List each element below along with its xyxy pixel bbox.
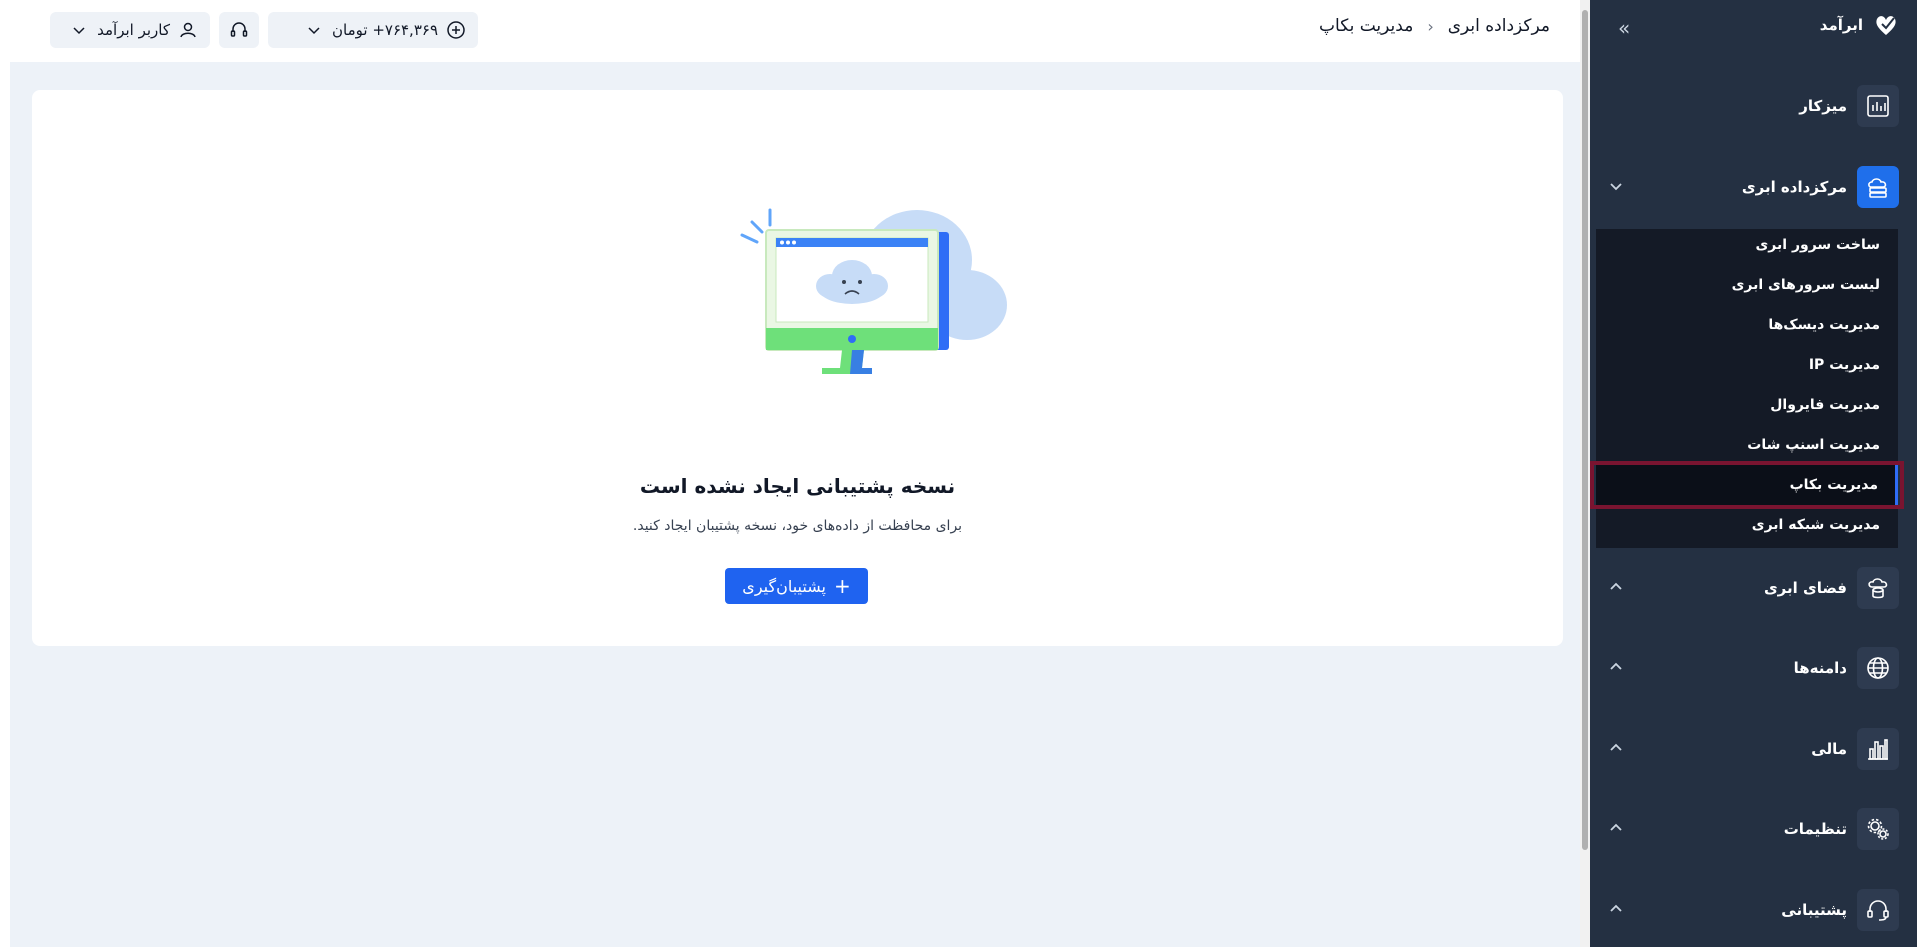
user-icon	[178, 20, 198, 40]
add-circle-icon	[446, 20, 466, 40]
sidebar-item-finance[interactable]: مالی	[1599, 727, 1899, 771]
submenu-item-create-server[interactable]: ساخت سرور ابری	[1755, 237, 1880, 253]
dashboard-chart-icon	[1857, 85, 1899, 127]
topbar: مرکزداده ابری ‹ مدیریت بکاپ ۷۶۴,۳۶۹+ توم…	[0, 0, 1590, 62]
breadcrumb: مرکزداده ابری ‹ مدیریت بکاپ	[1319, 16, 1550, 36]
sidebar-item-cloud-datacenter[interactable]: مرکزداده ابری	[1599, 165, 1899, 209]
brand[interactable]: ابرآمد	[1820, 12, 1899, 38]
submenu-item-server-list[interactable]: لیست سرورهای ابری	[1732, 277, 1880, 293]
chevron-up-icon	[1607, 658, 1625, 676]
selection-highlight-box	[1590, 461, 1904, 509]
submenu-item-firewall[interactable]: مدیریت فایروال	[1770, 397, 1880, 413]
breadcrumb-item-datacenter[interactable]: مرکزداده ابری	[1448, 16, 1550, 36]
globe-icon	[1857, 647, 1899, 689]
sidebar: ابرآمد » میزکار مرکزداده ابری ساخت سرور …	[1590, 0, 1917, 947]
empty-backup-illustration	[702, 190, 1012, 380]
brand-name: ابرآمد	[1819, 16, 1863, 34]
sidebar-item-domains[interactable]: دامنه‌ها	[1599, 646, 1899, 690]
chevron-up-icon	[1607, 900, 1625, 918]
sidebar-item-cloud-storage[interactable]: فضای ابری	[1599, 566, 1899, 610]
cloud-datacenter-submenu: ساخت سرور ابری لیست سرورهای ابری مدیریت …	[1590, 229, 1904, 548]
submenu-item-cloud-network[interactable]: مدیریت شبکه ابری	[1752, 517, 1880, 533]
chevron-up-icon	[1607, 819, 1625, 837]
sidebar-item-label: فضای ابری	[1763, 579, 1847, 597]
cloud-storage-icon	[1857, 567, 1899, 609]
sidebar-item-label: مرکزداده ابری	[1741, 178, 1847, 196]
breadcrumb-item-current: مدیریت بکاپ	[1319, 16, 1414, 36]
main-scrollbar[interactable]	[1580, 0, 1590, 947]
submenu-item-ip[interactable]: مدیریت IP	[1809, 357, 1880, 373]
chevron-up-icon	[1607, 739, 1625, 757]
sidebar-item-label: دامنه‌ها	[1793, 659, 1847, 677]
balance-button[interactable]: ۷۶۴,۳۶۹+ تومان	[268, 12, 478, 48]
scrollbar-thumb[interactable]	[1582, 10, 1588, 850]
user-name: کاربر ابرآمد	[97, 21, 170, 39]
chevron-down-icon	[69, 20, 89, 40]
support-button[interactable]	[219, 12, 259, 48]
empty-state-title: نسخه پشتیبانی ایجاد نشده است	[639, 474, 956, 498]
empty-state-card: نسخه پشتیبانی ایجاد نشده است برای محافظت…	[32, 90, 1563, 646]
chevron-down-icon	[304, 20, 324, 40]
create-backup-button[interactable]: + پشتیبان‌گیری	[725, 568, 868, 604]
chevron-up-icon	[1607, 578, 1625, 596]
chevron-down-icon	[1607, 177, 1625, 195]
logo-icon	[1873, 12, 1899, 38]
sidebar-item-settings[interactable]: تنظیمات	[1599, 807, 1899, 851]
sidebar-item-label: تنظیمات	[1783, 820, 1847, 838]
sidebar-item-label: مالی	[1811, 740, 1847, 758]
breadcrumb-separator-icon: ‹	[1427, 16, 1434, 36]
sidebar-item-label: میزکار	[1799, 97, 1847, 115]
gears-icon	[1857, 808, 1899, 850]
create-backup-label: پشتیبان‌گیری	[742, 576, 826, 596]
headset-icon	[229, 20, 249, 40]
user-menu-button[interactable]: کاربر ابرآمد	[50, 12, 210, 48]
sidebar-item-label: پشتیبانی	[1781, 901, 1847, 919]
cloud-datacenter-icon	[1857, 166, 1899, 208]
headset-icon	[1857, 889, 1899, 931]
plus-icon: +	[833, 574, 851, 598]
sidebar-item-support[interactable]: پشتیبانی	[1599, 888, 1899, 932]
finance-chart-icon	[1857, 728, 1899, 770]
submenu-item-snapshot[interactable]: مدیریت اسنپ شات	[1747, 437, 1880, 453]
sidebar-item-dashboard[interactable]: میزکار	[1599, 84, 1899, 128]
empty-state-subtitle: برای محافظت از داده‌های خود، نسخه پشتیبا…	[632, 518, 963, 534]
submenu-item-disks[interactable]: مدیریت دیسک‌ها	[1768, 317, 1880, 333]
balance-amount: ۷۶۴,۳۶۹+ تومان	[332, 21, 438, 39]
collapse-sidebar-icon[interactable]: »	[1618, 18, 1630, 38]
